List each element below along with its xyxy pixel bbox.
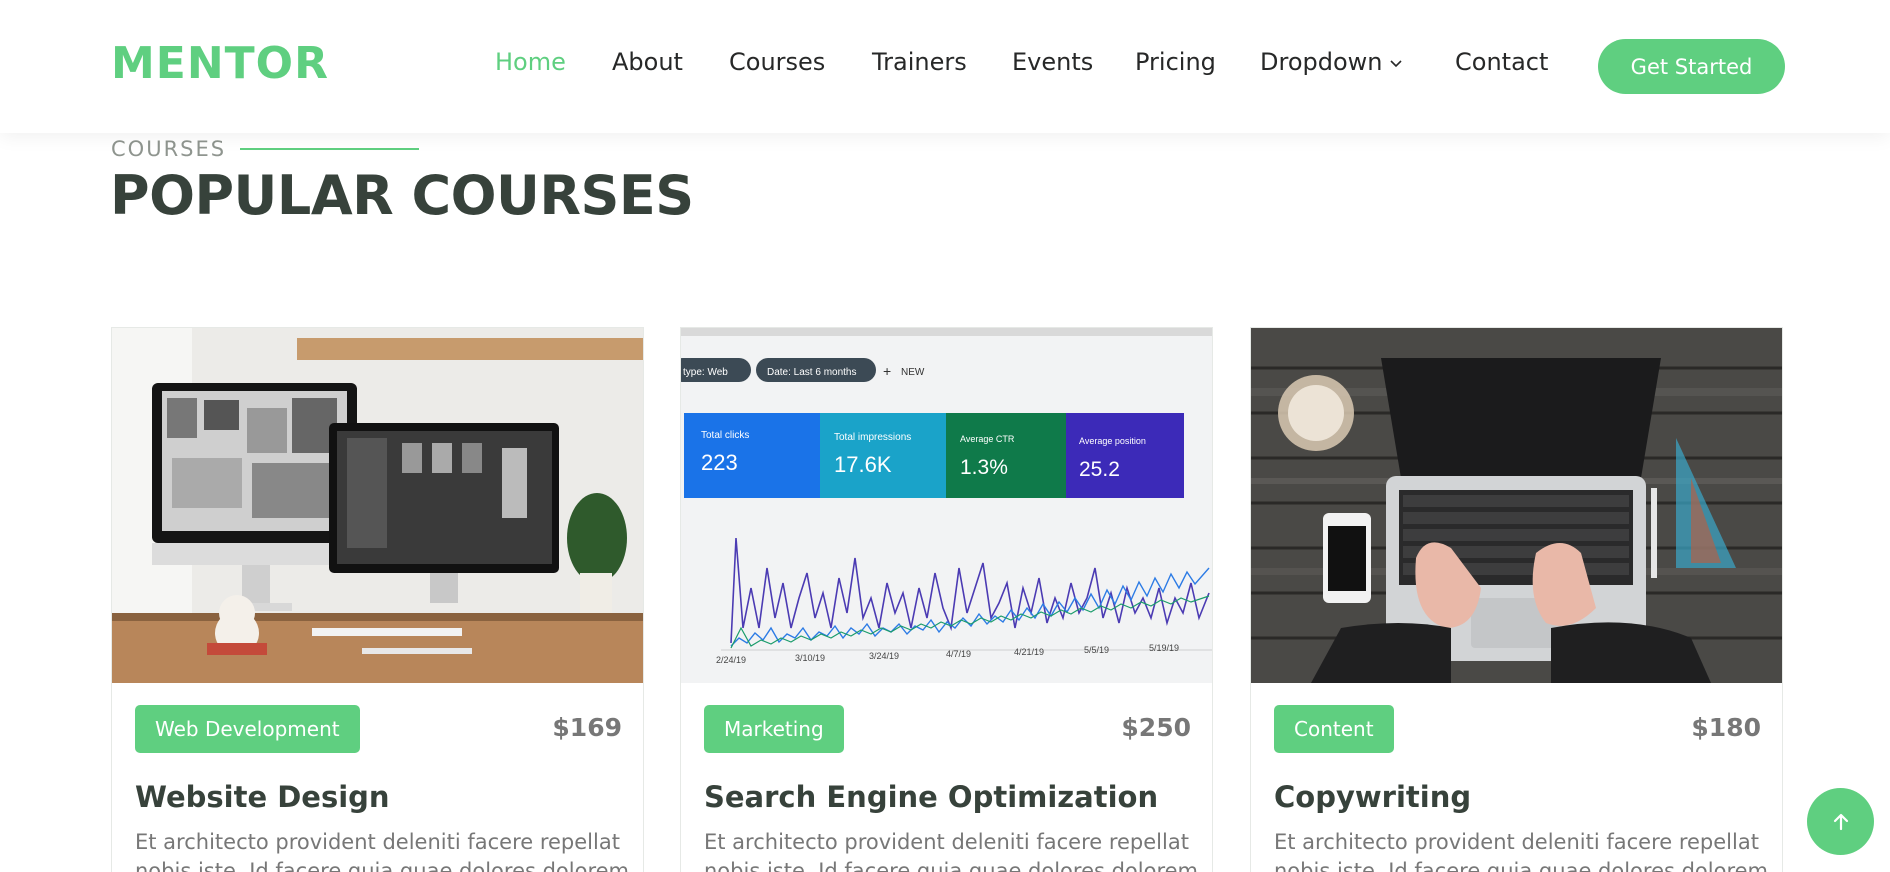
chart-date-label: 2/24/19 — [716, 655, 746, 665]
course-category-badge[interactable]: Content — [1274, 705, 1394, 753]
course-price: $180 — [1691, 713, 1761, 742]
chart-date-label: 5/19/19 — [1149, 643, 1179, 653]
nav-contact[interactable]: Contact — [1455, 48, 1548, 76]
chart-date-label: 3/10/19 — [795, 653, 825, 663]
chart-date-label: 4/7/19 — [946, 649, 971, 659]
section-eyebrow: COURSES — [111, 137, 227, 161]
course-description: Et architecto provident deleniti facere … — [704, 830, 1199, 872]
nav-dropdown-label: Dropdown — [1260, 48, 1383, 76]
metric-position-label: Average position — [1079, 436, 1146, 446]
course-price: $169 — [552, 713, 622, 742]
course-card-website-design[interactable]: Web Development $169 Website Design Et a… — [111, 327, 644, 872]
nav-courses[interactable]: Courses — [729, 48, 825, 76]
plus-icon: + — [883, 363, 891, 379]
new-label-text: NEW — [901, 367, 925, 378]
metric-ctr-label: Average CTR — [960, 434, 1015, 444]
filter-type-text: type: Web — [683, 367, 728, 378]
course-card-copywriting[interactable]: Content $180 Copywriting Et architecto p… — [1250, 327, 1783, 872]
course-description: Et architecto provident deleniti facere … — [135, 830, 630, 872]
site-header: MENTOR Home About Courses Trainers Event… — [0, 0, 1890, 133]
get-started-button[interactable]: Get Started — [1598, 39, 1785, 94]
course-card-seo[interactable]: type: Web Date: Last 6 months + NEW Tota… — [680, 327, 1213, 872]
metric-clicks-label: Total clicks — [701, 430, 749, 441]
nav-home[interactable]: Home — [495, 48, 566, 76]
arrow-up-icon — [1833, 813, 1848, 830]
chart-date-label: 3/24/19 — [869, 651, 899, 661]
course-description: Et architecto provident deleniti facere … — [1274, 830, 1769, 872]
course-image-analytics: type: Web Date: Last 6 months + NEW Tota… — [681, 328, 1212, 683]
metric-position-value: 25.2 — [1079, 458, 1120, 481]
chart-date-label: 4/21/19 — [1014, 647, 1044, 657]
nav-dropdown[interactable]: Dropdown — [1260, 48, 1403, 76]
course-title[interactable]: Website Design — [135, 780, 390, 814]
nav-trainers[interactable]: Trainers — [872, 48, 967, 76]
metric-ctr-value: 1.3% — [960, 456, 1008, 479]
metric-impressions-value: 17.6K — [834, 452, 892, 477]
section-title: POPULAR COURSES — [110, 164, 694, 227]
nav-events[interactable]: Events — [1012, 48, 1093, 76]
logo[interactable]: MENTOR — [111, 38, 329, 89]
course-image-laptop — [1251, 328, 1782, 683]
metric-clicks-value: 223 — [701, 450, 738, 475]
nav-pricing[interactable]: Pricing — [1135, 48, 1216, 76]
course-category-badge[interactable]: Web Development — [135, 705, 360, 753]
course-image-desk — [112, 328, 643, 683]
scroll-top-button[interactable] — [1807, 788, 1874, 855]
course-title[interactable]: Copywriting — [1274, 780, 1471, 814]
chevron-down-icon — [1389, 60, 1402, 68]
course-title[interactable]: Search Engine Optimization — [704, 780, 1158, 814]
eyebrow-divider — [240, 148, 419, 150]
chart-date-label: 5/5/19 — [1084, 645, 1109, 655]
nav-about[interactable]: About — [612, 48, 683, 76]
metric-impressions-label: Total impressions — [834, 432, 911, 443]
filter-date-text: Date: Last 6 months — [767, 367, 857, 378]
course-price: $250 — [1121, 713, 1191, 742]
course-category-badge[interactable]: Marketing — [704, 705, 844, 753]
